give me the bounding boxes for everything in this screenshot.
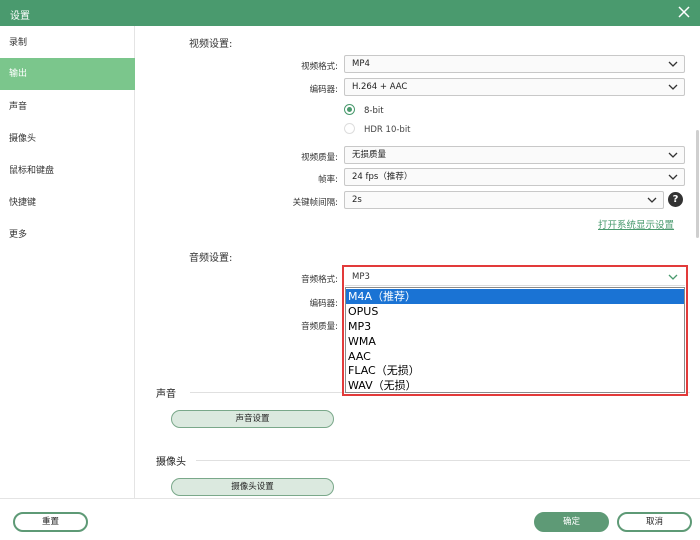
radio-hdr-label: HDR 10-bit	[364, 125, 411, 135]
help-icon[interactable]: ?	[668, 192, 683, 207]
close-icon[interactable]	[676, 4, 692, 20]
scrollbar[interactable]	[696, 130, 699, 238]
option-m4a[interactable]: M4A（推荐）	[346, 289, 684, 304]
audio-format-label: 音频格式:	[301, 275, 338, 285]
video-quality-value: 无损质量	[352, 150, 387, 160]
audio-format-value: MP3	[352, 272, 370, 282]
sound-settings-button[interactable]: 声音设置	[171, 410, 334, 428]
option-mp3[interactable]: MP3	[346, 319, 684, 334]
option-wma[interactable]: WMA	[346, 334, 684, 349]
video-quality-select[interactable]: 无损质量	[344, 146, 685, 164]
video-encoder-label: 编码器:	[309, 85, 338, 95]
camera-settings-button[interactable]: 摄像头设置	[171, 478, 334, 496]
radio-hdr-10bit[interactable]	[344, 123, 355, 134]
window-title: 设置	[10, 11, 30, 22]
sidebar-item-hotkeys[interactable]: 快捷键	[0, 187, 135, 219]
audio-quality-label: 音频质量:	[301, 322, 338, 332]
radio-8bit-label: 8-bit	[364, 106, 384, 116]
footer: 重置 确定 取消	[0, 498, 700, 540]
video-encoder-select[interactable]: H.264 + AAC	[344, 78, 685, 96]
audio-section-title: 音频设置:	[189, 253, 233, 264]
keyframe-label: 关键帧间隔:	[292, 198, 338, 208]
sidebar-item-camera[interactable]: 摄像头	[0, 123, 135, 155]
radio-8bit[interactable]	[344, 104, 355, 115]
option-flac[interactable]: FLAC（无损）	[346, 363, 684, 378]
divider	[196, 460, 690, 461]
reset-button[interactable]: 重置	[13, 512, 88, 532]
sidebar-item-sound[interactable]: 声音	[0, 91, 135, 123]
option-aac[interactable]: AAC	[346, 349, 684, 364]
audio-format-select[interactable]: MP3	[345, 268, 685, 286]
audio-format-options: M4A（推荐） OPUS MP3 WMA AAC FLAC（无损） WAV（无损…	[345, 287, 685, 393]
video-quality-label: 视频质量:	[301, 153, 338, 163]
video-encoder-value: H.264 + AAC	[352, 82, 408, 92]
chevron-down-icon	[668, 274, 678, 280]
ok-button[interactable]: 确定	[534, 512, 609, 532]
sound-group-title: 声音	[156, 389, 176, 400]
open-display-settings-link[interactable]: 打开系统显示设置	[598, 217, 674, 231]
video-format-value: MP4	[352, 59, 370, 69]
sidebar-item-mouse-keyboard[interactable]: 鼠标和键盘	[0, 155, 135, 187]
option-opus[interactable]: OPUS	[346, 304, 684, 319]
video-format-label: 视频格式:	[301, 62, 338, 72]
sidebar-item-more[interactable]: 更多	[0, 219, 135, 251]
chevron-down-icon	[647, 197, 657, 203]
sidebar-item-output[interactable]: 输出	[0, 58, 135, 90]
sidebar-item-record[interactable]: 录制	[0, 27, 135, 59]
chevron-down-icon	[668, 61, 678, 67]
fps-label: 帧率:	[318, 175, 338, 185]
video-format-select[interactable]: MP4	[344, 55, 685, 73]
cancel-button[interactable]: 取消	[617, 512, 692, 532]
chevron-down-icon	[668, 84, 678, 90]
chevron-down-icon	[668, 152, 678, 158]
chevron-down-icon	[668, 174, 678, 180]
audio-encoder-label: 编码器:	[309, 299, 338, 309]
video-section-title: 视频设置:	[189, 39, 233, 50]
option-wav[interactable]: WAV（无损）	[346, 378, 684, 393]
fps-select[interactable]: 24 fps（推荐）	[344, 168, 685, 186]
fps-value: 24 fps（推荐）	[352, 172, 413, 182]
title-bar: 设置	[0, 0, 700, 26]
camera-group-title: 摄像头	[156, 457, 186, 468]
keyframe-select[interactable]: 2s	[344, 191, 664, 209]
keyframe-value: 2s	[352, 195, 362, 205]
sidebar: 录制 输出 声音 摄像头 鼠标和键盘 快捷键 更多	[0, 26, 135, 498]
